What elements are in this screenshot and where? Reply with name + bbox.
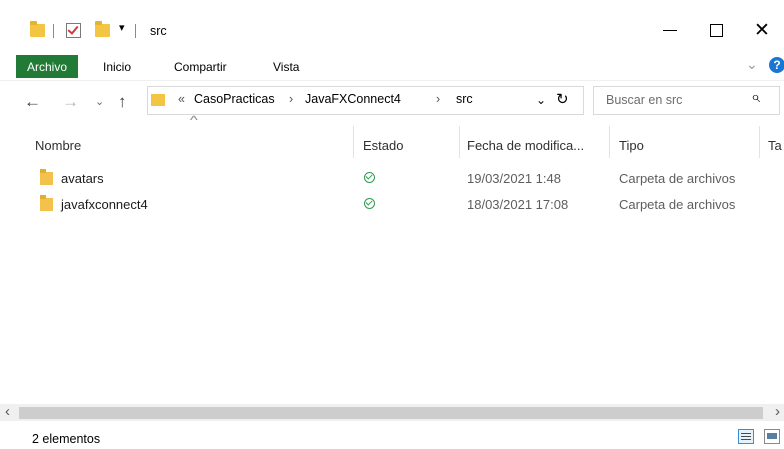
column-divider[interactable] bbox=[353, 126, 354, 158]
breadcrumb-separator-icon: › bbox=[289, 92, 294, 106]
file-type: Carpeta de archivos bbox=[619, 171, 736, 186]
details-view-button[interactable] bbox=[738, 429, 754, 444]
tab-archivo[interactable]: Archivo bbox=[16, 55, 78, 78]
up-arrow-icon[interactable]: ↑ bbox=[118, 92, 127, 112]
close-icon: ✕ bbox=[754, 19, 770, 41]
table-row[interactable]: javafxconnect4 18/03/2021 17:08 Carpeta … bbox=[30, 193, 760, 215]
toolbar-divider bbox=[135, 24, 136, 38]
address-dropdown-icon[interactable]: ⌄ bbox=[536, 93, 546, 107]
breadcrumb-javafxconnect4[interactable]: JavaFXConnect4 bbox=[305, 92, 401, 106]
column-divider[interactable] bbox=[609, 126, 610, 158]
new-folder-icon[interactable] bbox=[95, 21, 110, 37]
quick-access-folder-icon[interactable] bbox=[30, 21, 45, 37]
folder-icon bbox=[40, 195, 53, 211]
column-header-tipo[interactable]: Tipo bbox=[619, 138, 644, 153]
refresh-icon[interactable]: ↻ bbox=[556, 90, 569, 108]
expand-ribbon-icon[interactable]: ⌄ bbox=[746, 56, 758, 73]
sync-ok-icon bbox=[364, 198, 375, 209]
file-name: javafxconnect4 bbox=[61, 197, 148, 212]
column-header-estado[interactable]: Estado bbox=[363, 138, 403, 153]
file-name: avatars bbox=[61, 171, 104, 186]
forward-arrow-icon[interactable]: → bbox=[62, 92, 79, 112]
maximize-icon bbox=[709, 23, 723, 37]
close-button[interactable]: ✕ bbox=[739, 10, 784, 50]
column-divider[interactable] bbox=[459, 126, 460, 158]
address-folder-icon bbox=[151, 94, 165, 106]
tab-inicio[interactable]: Inicio bbox=[103, 55, 131, 78]
scrollbar-thumb[interactable] bbox=[19, 407, 763, 419]
status-bar bbox=[0, 425, 784, 449]
table-row[interactable]: avatars 19/03/2021 1:48 Carpeta de archi… bbox=[30, 167, 760, 189]
file-type: Carpeta de archivos bbox=[619, 197, 736, 212]
item-count: 2 elementos bbox=[32, 432, 101, 446]
sync-ok-icon bbox=[364, 172, 375, 183]
recent-locations-icon[interactable]: ⌄ bbox=[95, 95, 104, 108]
minimize-icon bbox=[663, 29, 677, 31]
thumbnail-view-button[interactable] bbox=[764, 429, 780, 444]
back-arrow-icon[interactable]: ← bbox=[24, 92, 41, 112]
help-icon[interactable]: ? bbox=[769, 57, 784, 73]
tab-vista[interactable]: Vista bbox=[273, 55, 299, 78]
window-title: src bbox=[150, 24, 167, 38]
search-placeholder: Buscar en src bbox=[606, 93, 683, 107]
column-divider[interactable] bbox=[759, 126, 760, 158]
customize-toolbar-icon[interactable]: ▾ bbox=[119, 21, 125, 34]
toolbar-divider bbox=[53, 24, 54, 38]
properties-icon[interactable] bbox=[66, 23, 81, 38]
breadcrumb-casopracticas[interactable]: CasoPracticas bbox=[194, 92, 275, 106]
file-date: 19/03/2021 1:48 bbox=[467, 171, 561, 186]
column-header-fecha[interactable]: Fecha de modifica... bbox=[467, 138, 584, 153]
folder-icon bbox=[40, 169, 53, 185]
minimize-button[interactable] bbox=[647, 10, 693, 50]
search-icon[interactable]: ⌕ bbox=[751, 89, 760, 107]
scroll-left-icon[interactable]: ‹ bbox=[5, 403, 10, 420]
breadcrumb-overflow-icon[interactable]: « bbox=[178, 92, 185, 106]
sort-indicator-icon: ^ bbox=[189, 113, 198, 127]
details-view-icon bbox=[741, 433, 751, 434]
thumbnail-view-icon bbox=[767, 433, 777, 439]
breadcrumb-separator-icon: › bbox=[436, 92, 441, 106]
breadcrumb-src[interactable]: src bbox=[456, 92, 473, 106]
column-header-nombre[interactable]: Nombre bbox=[35, 138, 81, 153]
maximize-button[interactable] bbox=[693, 10, 739, 50]
tab-compartir[interactable]: Compartir bbox=[174, 55, 227, 78]
file-date: 18/03/2021 17:08 bbox=[467, 197, 569, 212]
scroll-right-icon[interactable]: › bbox=[775, 403, 780, 420]
column-header-tamano[interactable]: Ta bbox=[768, 138, 782, 153]
